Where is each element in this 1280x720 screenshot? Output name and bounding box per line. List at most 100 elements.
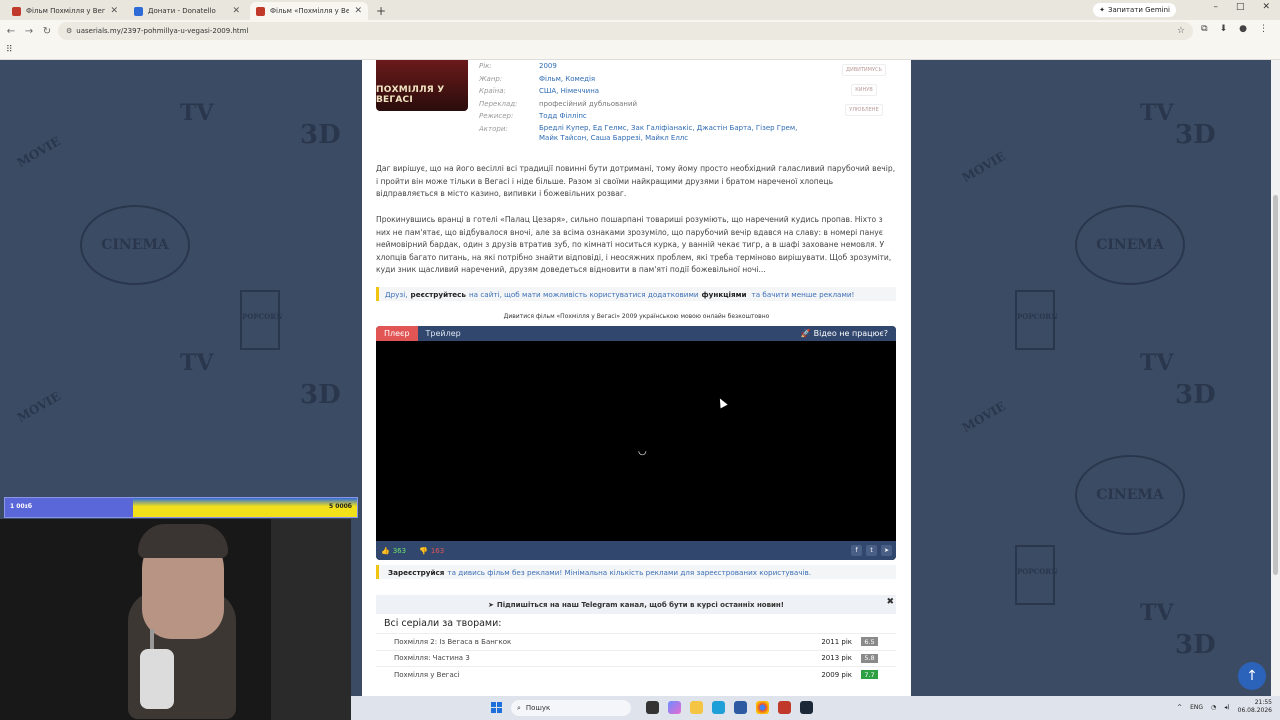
doodle-tv-icon: TV <box>180 100 214 126</box>
favorite-button[interactable]: УЛЮБЛЕНЕ <box>845 104 883 116</box>
mouse-cursor-icon <box>716 396 728 409</box>
apps-grid-icon[interactable]: ⠿ <box>6 45 13 55</box>
doodle-3d-icon: 3D <box>300 120 341 150</box>
windows-start-icon[interactable] <box>491 702 502 713</box>
rating-badge: 6.5 <box>861 637 878 647</box>
list-item[interactable]: Похмілля: Частина 3 2013 рік 5.8 <box>376 649 896 667</box>
doodle-popcorn-icon: POPCORN <box>240 290 283 350</box>
close-banner-icon[interactable]: ✖ <box>886 597 894 607</box>
profile-icon[interactable]: ● <box>1239 24 1247 34</box>
browser-tab[interactable]: Донати - Donatello ✕ <box>128 2 246 20</box>
meta-value-link[interactable]: 2009 <box>539 60 809 73</box>
app-icon[interactable] <box>778 701 791 714</box>
taskbar-search[interactable]: ⌕ Пошук <box>511 700 631 716</box>
tab-player[interactable]: Плеєр <box>376 326 418 341</box>
close-tab-icon[interactable]: ✕ <box>110 6 118 16</box>
movie-meta: Рік: 2009 Жанр: Фільм, Комедія Країна: США,… <box>479 60 809 143</box>
rating-badge: 7.7 <box>861 670 878 680</box>
will-watch-button[interactable]: ДИВИТИМУСЬ <box>842 64 886 76</box>
window-controls: – □ ✕ <box>1213 2 1270 12</box>
meta-value-link[interactable]: Бредлі Купер, Ед Гелмс, Зак Галіфіанакіс… <box>539 123 809 143</box>
webcam-overlay <box>0 519 351 720</box>
twitter-icon[interactable]: t <box>866 545 877 556</box>
close-window-button[interactable]: ✕ <box>1262 2 1270 12</box>
volume-icon[interactable]: ◂) <box>1224 704 1229 711</box>
thumbs-down-icon: 👎 <box>419 546 428 555</box>
browser-tab[interactable]: Фільм Похмілля у Вегасі [Pow ✕ <box>6 2 124 20</box>
page-scrollbar[interactable] <box>1271 60 1280 696</box>
scroll-to-top-button[interactable]: ↑ <box>1238 662 1266 690</box>
forward-arrow-icon[interactable]: → <box>22 26 36 37</box>
ads-notice: Зареєструйся та дивись фільм без реклами… <box>376 565 896 579</box>
browser-tab-active[interactable]: Фільм «Похмілля у Вегасі» 200 ✕ <box>250 2 368 20</box>
telegram-icon[interactable]: ➤ <box>881 545 892 556</box>
clock[interactable]: 21:55 06.08.2026 <box>1238 699 1272 715</box>
tray-chevron-icon[interactable]: ^ <box>1177 704 1182 711</box>
meta-value-link[interactable]: США, Німеччина <box>539 85 809 98</box>
menu-icon[interactable]: ⋮ <box>1259 24 1268 34</box>
tab-trailer[interactable]: Трейлер <box>418 326 469 341</box>
language-indicator[interactable]: ENG <box>1190 704 1203 711</box>
list-item[interactable]: Похмілля 2: Із Вегаса в Бангкок 2011 рік… <box>376 633 896 650</box>
edge-icon[interactable] <box>712 701 725 714</box>
gemini-button[interactable]: ✦ Запитати Gemini <box>1093 3 1176 17</box>
steam-icon[interactable] <box>800 701 813 714</box>
bookmark-star-icon[interactable]: ☆ <box>1177 26 1185 36</box>
tab-title: Фільм Похмілля у Вегасі [Pow <box>26 7 106 15</box>
notice-suffix: та бачити менше реклами! <box>751 289 855 299</box>
file-explorer-icon[interactable] <box>690 701 703 714</box>
series-name: Похмілля: Частина 3 <box>394 654 470 663</box>
list-item[interactable]: Похмілля у Вегасі 2009 рік 7.7 <box>376 666 896 683</box>
close-tab-icon[interactable]: ✕ <box>354 6 362 16</box>
facebook-icon[interactable]: f <box>851 545 862 556</box>
register-link[interactable]: Зареєструйся <box>388 568 444 577</box>
series-year: 2009 рік <box>821 670 852 679</box>
rating-badge: 5.8 <box>861 653 878 663</box>
video-broken-label: Відео не працює? <box>813 329 888 338</box>
register-link[interactable]: реєструйтесь <box>411 290 466 299</box>
reload-icon[interactable]: ↻ <box>40 26 54 37</box>
donation-goal-bar: 1 00ɪб 5 000б <box>4 497 358 518</box>
dislike-button[interactable]: 👎 163 <box>419 547 444 555</box>
url-field[interactable]: ⚙ uaserials.my/2397-pohmillya-u-vegasi-2… <box>58 22 1193 40</box>
dropped-button[interactable]: КИНУВ <box>851 84 877 96</box>
doodle-cinema-icon: CINEMA <box>80 205 190 285</box>
doodle-movie-icon: MOVIE <box>959 149 1008 185</box>
doodle-3d-icon: 3D <box>1175 120 1216 150</box>
meta-value-link[interactable]: Фільм, Комедія <box>539 73 809 86</box>
features-link[interactable]: функціями <box>702 290 747 299</box>
copilot-icon[interactable] <box>668 701 681 714</box>
series-name: Похмілля у Вегасі <box>394 670 460 679</box>
doodle-3d-icon: 3D <box>1175 380 1216 410</box>
search-icon: ⌕ <box>517 703 521 712</box>
video-broken-button[interactable]: 🚀 Відео не працює? <box>801 326 888 341</box>
video-player[interactable]: Плеєр Трейлер 🚀 Відео не працює? ◡ 👍 363 👎… <box>376 326 896 560</box>
scrollbar-thumb[interactable] <box>1273 195 1278 575</box>
meta-key: Режисер: <box>479 112 514 120</box>
new-tab-button[interactable]: + <box>376 2 386 20</box>
taskbar-search-label: Пошук <box>525 704 551 712</box>
minimize-button[interactable]: – <box>1213 2 1218 12</box>
url-text: uaserials.my/2397-pohmillya-u-vegasi-200… <box>76 27 249 35</box>
back-arrow-icon[interactable]: ← <box>4 26 18 37</box>
app-icon[interactable] <box>734 701 747 714</box>
microphone-icon <box>140 649 174 709</box>
doodle-movie-icon: MOVIE <box>14 134 63 170</box>
like-button[interactable]: 👍 363 <box>381 547 406 555</box>
telegram-banner[interactable]: ➤ Підпишіться на наш Telegram канал, щоб… <box>376 595 896 614</box>
arrow-up-icon: ↑ <box>1246 668 1258 684</box>
meta-value-link[interactable]: Тодд Філліпс <box>539 110 809 123</box>
chrome-icon[interactable] <box>756 701 769 714</box>
wifi-icon[interactable]: ◔ <box>1211 704 1216 711</box>
register-notice: Друзі, реєструйтесь на сайті, щоб мати м… <box>376 287 896 301</box>
telegram-plane-icon: ➤ <box>488 600 494 609</box>
bookmarks-bar: ⠿ <box>0 42 1280 60</box>
maximize-button[interactable]: □ <box>1236 2 1245 12</box>
movie-poster[interactable]: ПОХМІЛЛЯ У ВЕГАСІ <box>376 60 468 111</box>
site-info-icon[interactable]: ⚙ <box>66 27 72 35</box>
extensions-icon[interactable]: ⧉ <box>1201 24 1207 34</box>
related-series: Всі серіали за творами: Похмілля 2: Із В… <box>376 614 896 683</box>
close-tab-icon[interactable]: ✕ <box>232 6 240 16</box>
task-view-icon[interactable] <box>646 701 659 714</box>
download-icon[interactable]: ⬇ <box>1220 24 1228 34</box>
